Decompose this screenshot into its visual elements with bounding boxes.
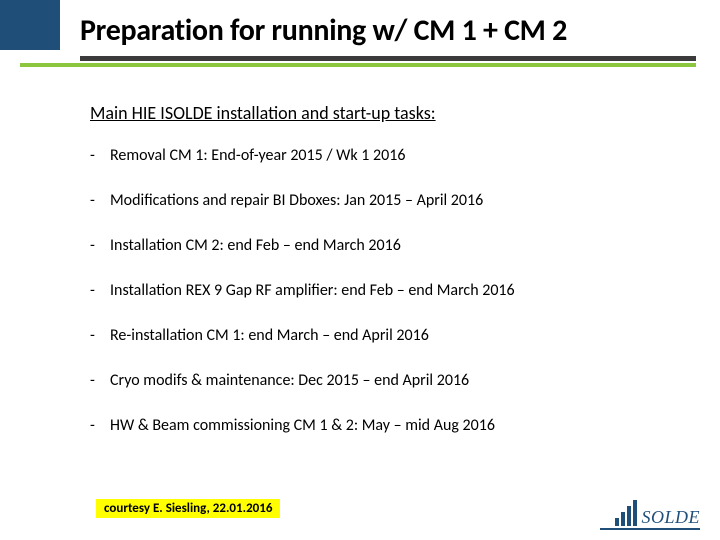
- corner-decoration: [0, 0, 60, 50]
- credit-highlight: courtesy E. Siesling, 22.01.2016: [96, 499, 280, 518]
- logo-text: SOLDE: [641, 508, 700, 526]
- task-item: Removal CM 1: End-of-year 2015 / Wk 1 20…: [90, 146, 680, 165]
- task-item: Cryo modifs & maintenance: Dec 2015 – en…: [90, 371, 680, 390]
- logo-underline: [600, 528, 700, 530]
- task-item: Installation CM 2: end Feb – end March 2…: [90, 236, 680, 255]
- slide-header: Preparation for running w/ CM 1 + CM 2: [0, 0, 720, 74]
- slide-title: Preparation for running w/ CM 1 + CM 2: [80, 12, 567, 49]
- task-list: Removal CM 1: End-of-year 2015 / Wk 1 20…: [90, 146, 680, 435]
- isolde-logo: SOLDE: [615, 500, 700, 526]
- task-item: HW & Beam commissioning CM 1 & 2: May – …: [90, 416, 680, 435]
- divider-green: [20, 63, 696, 67]
- divider-dark: [80, 56, 696, 61]
- task-item: Installation REX 9 Gap RF amplifier: end…: [90, 281, 680, 300]
- task-item: Modifications and repair BI Dboxes: Jan …: [90, 191, 680, 210]
- task-item: Re-installation CM 1: end March – end Ap…: [90, 326, 680, 345]
- slide-content: Main HIE ISOLDE installation and start-u…: [90, 102, 680, 461]
- logo-bars-icon: [615, 500, 637, 526]
- subheading: Main HIE ISOLDE installation and start-u…: [90, 102, 680, 124]
